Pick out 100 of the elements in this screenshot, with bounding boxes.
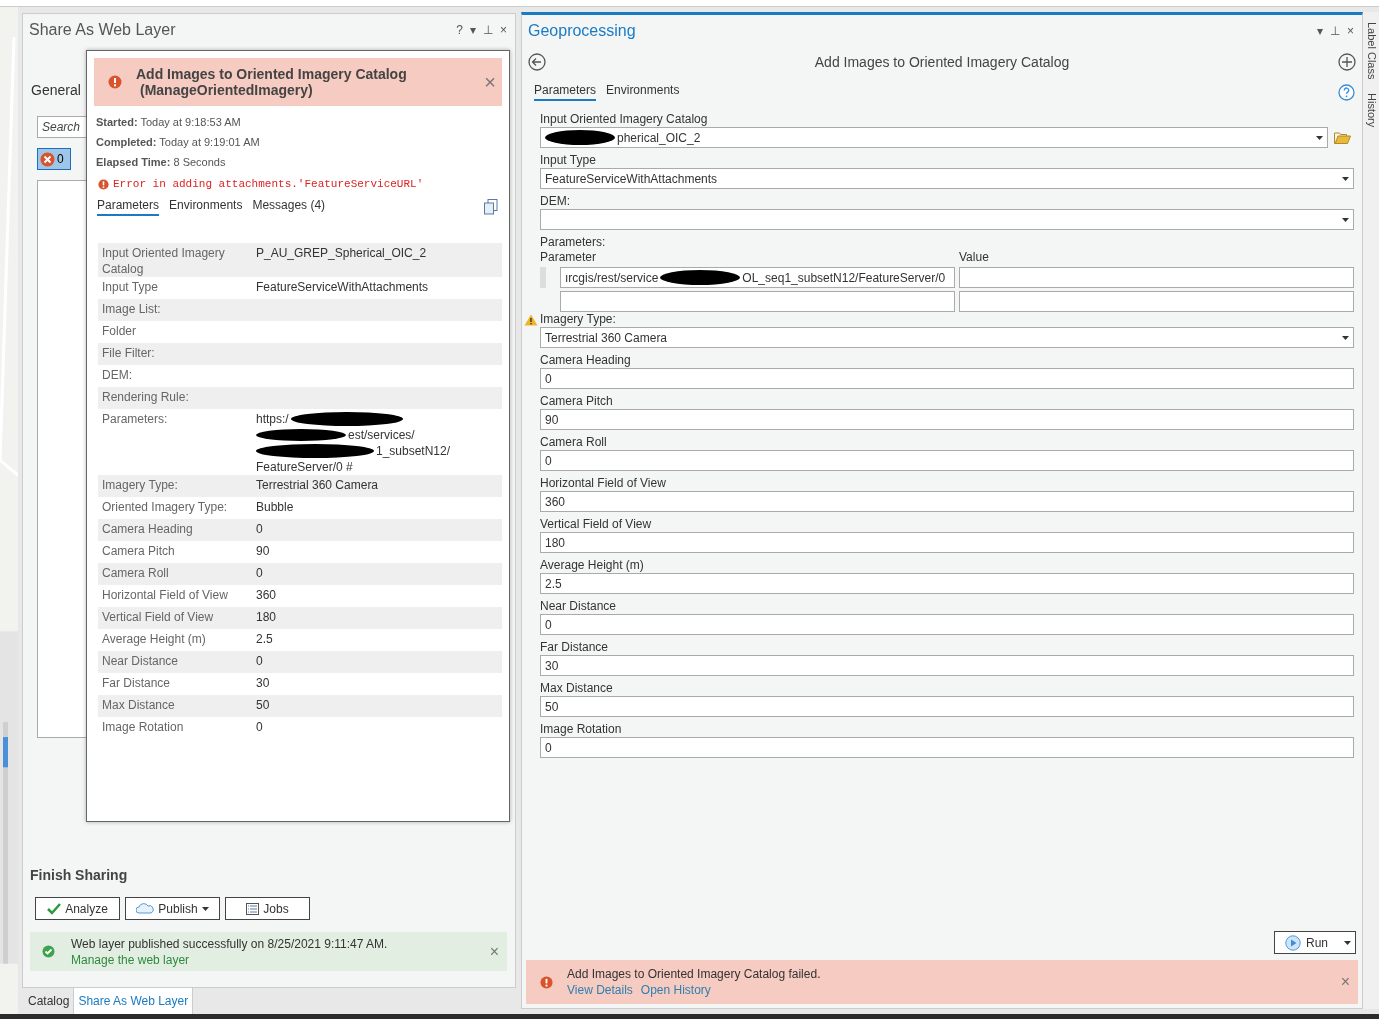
dataset-field[interactable]: pherical_OIC_2	[540, 127, 1328, 148]
field-value: 50	[545, 699, 560, 714]
row-label: Vertical Field of View	[102, 609, 215, 626]
row-value: FeatureServiceWithAttachments	[256, 279, 430, 296]
row-label: Image Rotation	[102, 719, 185, 736]
row-label: Camera Heading	[102, 521, 194, 538]
section-heading: General	[31, 82, 81, 98]
action-button[interactable]: Jobs	[225, 897, 310, 920]
field-label: Camera Heading	[540, 353, 632, 368]
row-label: File Filter:	[102, 345, 156, 362]
input-field[interactable]: 2.5	[540, 573, 1354, 594]
row-value: 0	[256, 653, 264, 670]
folder-icon[interactable]	[1334, 131, 1351, 144]
input-field[interactable]	[560, 291, 955, 312]
success-message: Web layer published successfully on 8/25/2021 9:11:47 AM.	[71, 936, 389, 951]
field-value: OL_seq1_subsetN12/FeatureServer/0	[742, 270, 946, 285]
run-button[interactable]: Run	[1274, 931, 1356, 954]
input-field[interactable]: 0	[540, 614, 1354, 635]
column-header: Parameter	[540, 250, 598, 264]
row-label: Input Oriented Imagery Catalog	[102, 245, 226, 277]
pane-control[interactable]: ?	[456, 23, 463, 37]
input-field[interactable]	[959, 267, 1354, 288]
row-value: 2.5	[256, 631, 274, 648]
input-field[interactable]: 0	[540, 368, 1354, 389]
cloud-icon	[136, 903, 155, 914]
failure-message: Add Images to Oriented Imagery Catalog failed.	[567, 967, 822, 981]
pane-tab[interactable]: Catalog	[24, 988, 74, 1014]
pane-control[interactable]: ▾	[470, 23, 476, 37]
row-value: P_AU_GREP_Spherical_OIC_2	[256, 245, 428, 262]
section-heading: Finish Sharing	[30, 867, 128, 883]
add-icon[interactable]	[1338, 53, 1356, 71]
pane-control[interactable]: ×	[1347, 24, 1354, 38]
input-field[interactable]: 0	[540, 450, 1354, 471]
error-icon	[108, 75, 122, 89]
field-label: Input Oriented Imagery Catalog	[540, 112, 709, 127]
row-value: 1_subsetN12/	[376, 443, 451, 459]
pane-tab[interactable]: Share As Web Layer	[73, 988, 194, 1014]
back-icon[interactable]	[528, 53, 546, 71]
input-field[interactable]: 180	[540, 532, 1354, 553]
action-button[interactable]: Publish	[125, 897, 220, 920]
field-value: 360	[545, 494, 567, 509]
row-label: Parameters:	[102, 411, 169, 428]
field-value: FeatureServiceWithAttachments	[545, 171, 719, 186]
action-button[interactable]: Analyze	[35, 897, 120, 920]
row-label: Image List:	[102, 301, 162, 318]
dropdown-field[interactable]	[540, 209, 1354, 230]
copy-icon[interactable]	[484, 199, 498, 215]
field-value: 0	[545, 371, 553, 386]
field-value: 0	[545, 617, 553, 632]
field-value: pherical_OIC_2	[617, 130, 702, 145]
side-tab[interactable]: History	[1365, 93, 1378, 128]
tab[interactable]: Parameters	[534, 83, 597, 101]
field-value: 0	[545, 740, 553, 755]
pane-control[interactable]: ⊥	[483, 23, 493, 37]
tab[interactable]: Environments	[169, 198, 243, 216]
side-tab[interactable]: Label Class	[1365, 22, 1378, 80]
field-label: Image Rotation	[540, 722, 623, 737]
error-filter[interactable]: 0	[37, 148, 71, 170]
error-icon	[98, 178, 109, 190]
pane-control[interactable]: ⊥	[1330, 24, 1340, 38]
input-field[interactable]: 30	[540, 655, 1354, 676]
input-field[interactable]: 360	[540, 491, 1354, 512]
manage-link[interactable]: Manage the web layer	[71, 952, 474, 967]
input-field[interactable]: ırcgis/rest/service OL_seq1_subsetN12/FeatureServer/0	[560, 267, 955, 288]
close-button[interactable]: ×	[489, 942, 499, 961]
field-label: Imagery Type:	[540, 312, 616, 327]
dropdown-field[interactable]: FeatureServiceWithAttachments	[540, 168, 1354, 189]
tab[interactable]: Parameters	[97, 198, 160, 216]
pane-control[interactable]: ▾	[1317, 24, 1323, 38]
row-value: 50	[256, 697, 271, 714]
caret-icon	[1342, 176, 1349, 181]
row-value: https:/	[256, 411, 289, 427]
pane-control[interactable]: ×	[500, 23, 507, 37]
pane-title: Share As Web Layer	[29, 21, 176, 39]
popup-title: Add Images to Oriented Imagery Catalog	[136, 66, 407, 82]
input-field[interactable]: 0	[540, 737, 1354, 758]
row-label: Camera Pitch	[102, 543, 176, 560]
field-value: 30	[545, 658, 560, 673]
row-value: 0	[256, 521, 264, 538]
list-icon	[246, 902, 260, 915]
error-icon	[540, 975, 553, 989]
tab[interactable]: Environments	[606, 83, 680, 101]
row-label: Input Type	[102, 279, 159, 296]
field-label: Parameters:	[540, 235, 607, 250]
tab[interactable]: Messages (4)	[252, 198, 326, 216]
input-field[interactable]: 50	[540, 696, 1354, 717]
caret-icon	[1344, 940, 1351, 945]
row-label: Far Distance	[102, 675, 172, 692]
input-field[interactable]	[959, 291, 1354, 312]
input-field[interactable]: 90	[540, 409, 1354, 430]
field-value: ırcgis/rest/service	[565, 270, 659, 285]
pane-title: Geoprocessing	[528, 22, 636, 40]
success-icon	[42, 945, 55, 958]
row-label: Near Distance	[102, 653, 180, 670]
help-icon[interactable]	[1338, 83, 1355, 101]
error-message: Error in adding attachments.'FeatureServiceURL'	[113, 178, 424, 190]
dropdown-field[interactable]: Terrestrial 360 Camera	[540, 327, 1354, 348]
column-header: Value	[959, 250, 990, 264]
field-value: 0	[545, 453, 553, 468]
row-value: 30	[256, 675, 271, 692]
